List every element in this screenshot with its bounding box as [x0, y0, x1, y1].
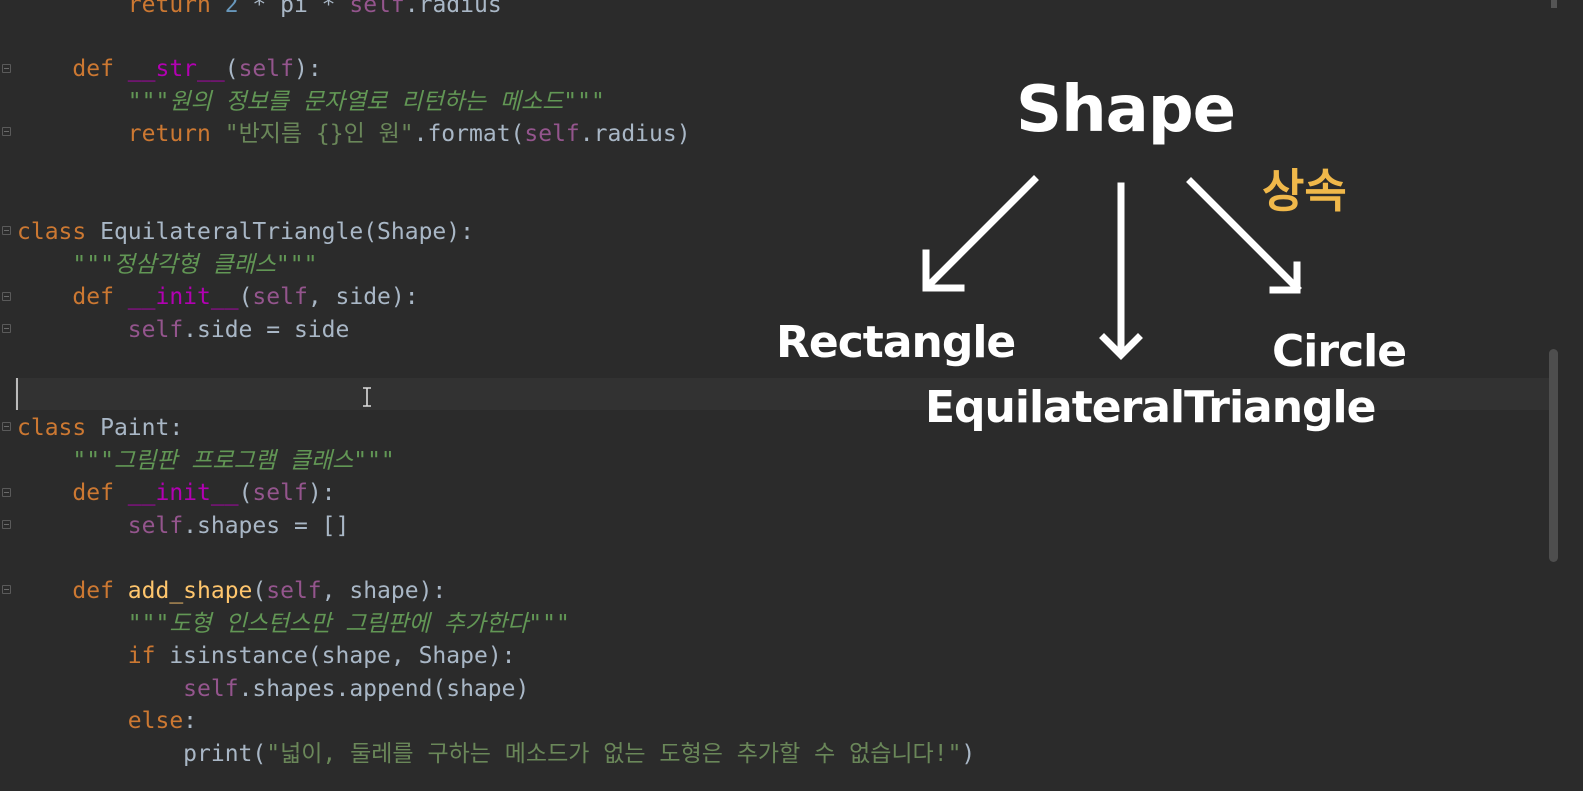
diagram-root-label: Shape — [1016, 73, 1236, 147]
diagram-child-circle: Circle — [1272, 326, 1407, 377]
diagram-child-equilateraltriangle: EquilateralTriangle — [925, 382, 1376, 433]
arrow-to-equilateraltriangle — [1099, 182, 1143, 360]
diagram-child-rectangle: Rectangle — [776, 317, 1016, 368]
arrow-to-rectangle — [922, 175, 1039, 292]
diagram-relation-label: 상속 — [1262, 164, 1347, 218]
